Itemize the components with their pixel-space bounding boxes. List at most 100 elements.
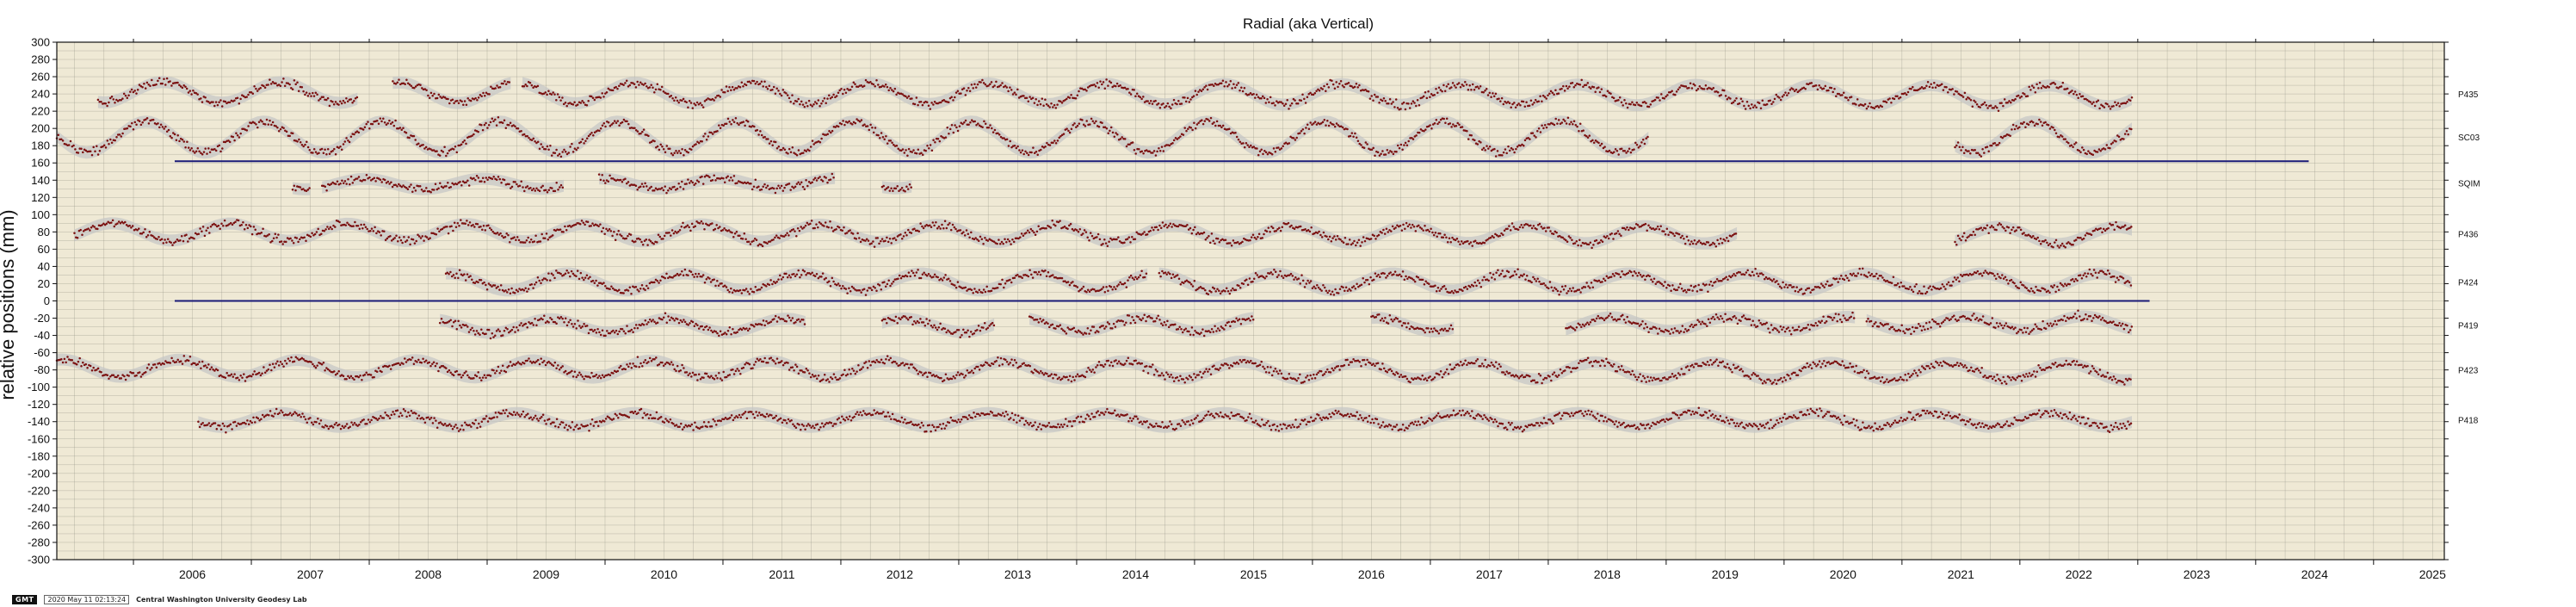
data-point [1617, 153, 1620, 156]
data-point [476, 222, 479, 226]
data-point [121, 97, 124, 100]
data-point [1962, 152, 1966, 155]
data-point [522, 133, 526, 136]
data-point [930, 102, 933, 104]
data-point [255, 123, 257, 126]
data-point [1250, 236, 1253, 238]
data-point [1522, 226, 1524, 229]
data-point [1533, 277, 1536, 281]
data-point [285, 130, 288, 133]
data-point [845, 232, 849, 234]
data-point [392, 124, 396, 127]
data-point [1487, 147, 1490, 150]
data-point [1541, 100, 1543, 103]
data-point [114, 139, 116, 142]
data-point [1660, 282, 1664, 286]
data-point [148, 231, 151, 233]
data-point [218, 144, 221, 147]
data-point [282, 77, 285, 80]
data-point [1634, 272, 1637, 275]
data-point [1170, 107, 1172, 110]
data-point [552, 91, 554, 94]
data-point [1313, 91, 1317, 95]
data-point [838, 284, 841, 288]
data-point [324, 228, 327, 231]
data-point [929, 224, 931, 226]
data-point [828, 280, 831, 282]
data-point [305, 239, 307, 243]
data-point [1220, 82, 1223, 85]
data-point [192, 89, 195, 92]
data-point [1367, 90, 1370, 93]
data-point [1424, 128, 1427, 131]
data-point [1107, 132, 1109, 134]
data-point [1990, 144, 1993, 147]
data-point [965, 229, 968, 232]
data-point [1563, 90, 1566, 92]
data-point [246, 226, 250, 230]
data-point [1445, 117, 1449, 120]
data-point [815, 223, 818, 226]
data-point [2091, 153, 2095, 156]
data-point [1013, 276, 1016, 280]
data-point [950, 96, 953, 99]
data-point [415, 239, 417, 243]
data-point [800, 181, 803, 184]
data-point [835, 227, 837, 231]
data-point [1015, 146, 1018, 150]
data-point [1644, 278, 1646, 282]
data-point [795, 234, 798, 238]
data-point [1060, 276, 1064, 280]
data-point [1484, 89, 1486, 92]
data-point [1308, 230, 1312, 233]
data-point [534, 281, 538, 284]
data-point [2130, 127, 2133, 131]
data-point [1551, 91, 1554, 94]
data-point [878, 242, 880, 245]
data-point [1665, 227, 1669, 231]
data-point [1368, 97, 1372, 100]
data-point [2099, 150, 2102, 152]
data-point [229, 221, 232, 225]
data-point [1727, 278, 1729, 281]
data-point [1084, 231, 1088, 233]
data-point [629, 233, 633, 236]
data-point [1416, 98, 1419, 102]
data-point [1111, 131, 1115, 134]
data-point [395, 234, 398, 237]
data-point [220, 105, 224, 108]
data-point [1186, 224, 1189, 226]
data-point [371, 122, 374, 126]
data-point [808, 149, 811, 152]
data-point [722, 124, 725, 127]
data-point [1346, 289, 1350, 292]
data-point [1033, 102, 1036, 104]
data-point [999, 282, 1002, 286]
data-point [489, 121, 492, 124]
data-point [687, 178, 689, 181]
data-point [513, 236, 516, 238]
data-point [888, 237, 892, 240]
data-point [2005, 229, 2007, 232]
data-point [120, 135, 123, 138]
data-point [1407, 102, 1410, 105]
data-point [510, 185, 514, 189]
data-point [186, 140, 188, 143]
data-point [476, 98, 479, 102]
data-point [801, 103, 805, 106]
data-point [1190, 232, 1194, 235]
data-point [1140, 97, 1143, 101]
data-point [1456, 121, 1459, 125]
data-point [377, 122, 380, 126]
data-point [695, 143, 697, 146]
data-point [1054, 224, 1057, 227]
data-point [1455, 124, 1458, 127]
data-point [2032, 234, 2035, 238]
data-point [1556, 289, 1560, 293]
data-point [1500, 96, 1504, 100]
data-point [1019, 236, 1022, 238]
data-point [960, 92, 962, 95]
data-point [1544, 230, 1547, 232]
data-point [1532, 225, 1535, 227]
data-point [716, 130, 719, 133]
